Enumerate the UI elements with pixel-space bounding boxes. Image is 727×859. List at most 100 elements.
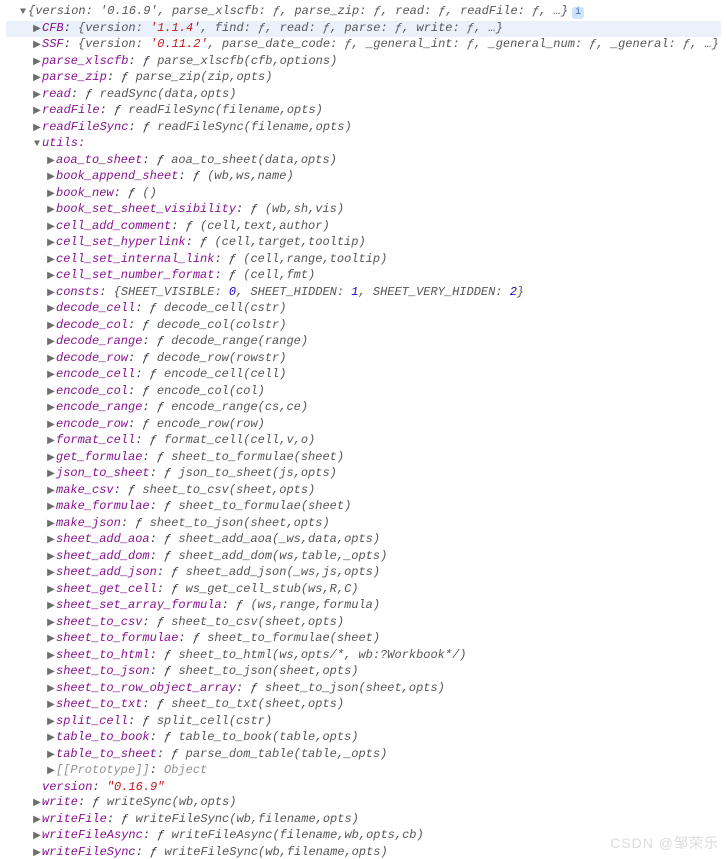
- tree-root-row[interactable]: {version: '0.16.9', parse_xlscfb: ƒ, par…: [6, 4, 721, 21]
- tree-row[interactable]: [[Prototype]]: Object: [6, 763, 721, 780]
- chevron-right-icon[interactable]: [46, 253, 56, 269]
- chevron-right-icon[interactable]: [46, 352, 56, 368]
- chevron-right-icon[interactable]: [32, 104, 42, 120]
- chevron-down-icon[interactable]: [32, 137, 42, 153]
- tree-row[interactable]: sheet_to_csv: ƒ sheet_to_csv(sheet,opts): [6, 615, 721, 632]
- chevron-right-icon[interactable]: [32, 813, 42, 829]
- chevron-right-icon[interactable]: [46, 220, 56, 236]
- tree-row[interactable]: parse_zip: ƒ parse_zip(zip,opts): [6, 70, 721, 87]
- chevron-right-icon[interactable]: [46, 550, 56, 566]
- chevron-right-icon[interactable]: [46, 566, 56, 582]
- tree-row[interactable]: version: "0.16.9": [6, 780, 721, 796]
- chevron-right-icon[interactable]: [46, 682, 56, 698]
- tree-row[interactable]: decode_row: ƒ decode_row(rowstr): [6, 351, 721, 368]
- chevron-right-icon[interactable]: [46, 731, 56, 747]
- tree-row[interactable]: cell_set_hyperlink: ƒ (cell,target,toolt…: [6, 235, 721, 252]
- tree-row[interactable]: readFile: ƒ readFileSync(filename,opts): [6, 103, 721, 120]
- chevron-right-icon[interactable]: [46, 401, 56, 417]
- chevron-right-icon[interactable]: [46, 500, 56, 516]
- tree-row[interactable]: writeFileAsync: ƒ writeFileAsync(filenam…: [6, 828, 721, 845]
- chevron-right-icon[interactable]: [32, 71, 42, 87]
- chevron-right-icon[interactable]: [32, 121, 42, 137]
- tree-row[interactable]: format_cell: ƒ format_cell(cell,v,o): [6, 433, 721, 450]
- tree-row[interactable]: SSF: {version: '0.11.2', parse_date_code…: [6, 37, 721, 54]
- chevron-right-icon[interactable]: [32, 22, 42, 38]
- tree-row[interactable]: make_csv: ƒ sheet_to_csv(sheet,opts): [6, 483, 721, 500]
- tree-row[interactable]: sheet_set_array_formula: ƒ (ws,range,for…: [6, 598, 721, 615]
- tree-row[interactable]: sheet_to_row_object_array: ƒ sheet_to_js…: [6, 681, 721, 698]
- tree-row[interactable]: decode_col: ƒ decode_col(colstr): [6, 318, 721, 335]
- chevron-right-icon[interactable]: [46, 533, 56, 549]
- tree-row[interactable]: sheet_add_aoa: ƒ sheet_add_aoa(_ws,data,…: [6, 532, 721, 549]
- chevron-right-icon[interactable]: [46, 269, 56, 285]
- tree-row[interactable]: encode_cell: ƒ encode_cell(cell): [6, 367, 721, 384]
- chevron-right-icon[interactable]: [46, 335, 56, 351]
- chevron-right-icon[interactable]: [46, 583, 56, 599]
- chevron-right-icon[interactable]: [46, 451, 56, 467]
- tree-row[interactable]: encode_row: ƒ encode_row(row): [6, 417, 721, 434]
- tree-row[interactable]: book_set_sheet_visibility: ƒ (wb,sh,vis): [6, 202, 721, 219]
- tree-row-utils[interactable]: utils:: [6, 136, 721, 153]
- tree-row[interactable]: read: ƒ readSync(data,opts): [6, 87, 721, 104]
- chevron-right-icon[interactable]: [46, 467, 56, 483]
- tree-row[interactable]: json_to_sheet: ƒ json_to_sheet(js,opts): [6, 466, 721, 483]
- tree-row[interactable]: sheet_to_txt: ƒ sheet_to_txt(sheet,opts): [6, 697, 721, 714]
- chevron-right-icon[interactable]: [46, 649, 56, 665]
- chevron-right-icon[interactable]: [46, 203, 56, 219]
- info-icon[interactable]: i: [572, 7, 584, 19]
- tree-row[interactable]: book_append_sheet: ƒ (wb,ws,name): [6, 169, 721, 186]
- chevron-right-icon[interactable]: [32, 38, 42, 54]
- chevron-right-icon[interactable]: [46, 748, 56, 764]
- tree-row[interactable]: decode_cell: ƒ decode_cell(cstr): [6, 301, 721, 318]
- tree-row[interactable]: consts: {SHEET_VISIBLE: 0, SHEET_HIDDEN:…: [6, 285, 721, 302]
- chevron-right-icon[interactable]: [46, 632, 56, 648]
- chevron-right-icon[interactable]: [46, 665, 56, 681]
- tree-row[interactable]: cell_set_number_format: ƒ (cell,fmt): [6, 268, 721, 285]
- chevron-right-icon[interactable]: [46, 302, 56, 318]
- tree-row[interactable]: encode_col: ƒ encode_col(col): [6, 384, 721, 401]
- chevron-right-icon[interactable]: [46, 236, 56, 252]
- chevron-right-icon[interactable]: [46, 698, 56, 714]
- tree-row[interactable]: sheet_add_json: ƒ sheet_add_json(_ws,js,…: [6, 565, 721, 582]
- tree-row[interactable]: aoa_to_sheet: ƒ aoa_to_sheet(data,opts): [6, 153, 721, 170]
- chevron-right-icon[interactable]: [32, 55, 42, 71]
- chevron-right-icon[interactable]: [46, 484, 56, 500]
- tree-row[interactable]: parse_xlscfb: ƒ parse_xlscfb(cfb,options…: [6, 54, 721, 71]
- tree-row[interactable]: split_cell: ƒ split_cell(cstr): [6, 714, 721, 731]
- tree-row[interactable]: writeFileSync: ƒ writeFileSync(wb,filena…: [6, 845, 721, 859]
- chevron-right-icon[interactable]: [32, 829, 42, 845]
- tree-row[interactable]: decode_range: ƒ decode_range(range): [6, 334, 721, 351]
- chevron-right-icon[interactable]: [32, 846, 42, 859]
- tree-row[interactable]: writeFile: ƒ writeFileSync(wb,filename,o…: [6, 812, 721, 829]
- tree-row[interactable]: sheet_to_json: ƒ sheet_to_json(sheet,opt…: [6, 664, 721, 681]
- chevron-right-icon[interactable]: [46, 368, 56, 384]
- chevron-right-icon[interactable]: [46, 616, 56, 632]
- tree-row[interactable]: CFB: {version: '1.1.4', find: ƒ, read: ƒ…: [6, 21, 721, 38]
- chevron-right-icon[interactable]: [46, 154, 56, 170]
- chevron-down-icon[interactable]: [18, 5, 28, 21]
- tree-row[interactable]: get_formulae: ƒ sheet_to_formulae(sheet): [6, 450, 721, 467]
- tree-row[interactable]: table_to_sheet: ƒ parse_dom_table(table,…: [6, 747, 721, 764]
- chevron-right-icon[interactable]: [32, 796, 42, 812]
- chevron-right-icon[interactable]: [32, 88, 42, 104]
- tree-row[interactable]: cell_set_internal_link: ƒ (cell,range,to…: [6, 252, 721, 269]
- tree-row[interactable]: sheet_get_cell: ƒ ws_get_cell_stub(ws,R,…: [6, 582, 721, 599]
- tree-row[interactable]: encode_range: ƒ encode_range(cs,ce): [6, 400, 721, 417]
- chevron-right-icon[interactable]: [46, 170, 56, 186]
- chevron-right-icon[interactable]: [46, 517, 56, 533]
- chevron-right-icon[interactable]: [46, 319, 56, 335]
- chevron-right-icon[interactable]: [46, 187, 56, 203]
- tree-row[interactable]: readFileSync: ƒ readFileSync(filename,op…: [6, 120, 721, 137]
- tree-row[interactable]: sheet_to_html: ƒ sheet_to_html(ws,opts/*…: [6, 648, 721, 665]
- chevron-right-icon[interactable]: [46, 434, 56, 450]
- tree-row[interactable]: table_to_book: ƒ table_to_book(table,opt…: [6, 730, 721, 747]
- tree-row[interactable]: make_json: ƒ sheet_to_json(sheet,opts): [6, 516, 721, 533]
- tree-row[interactable]: make_formulae: ƒ sheet_to_formulae(sheet…: [6, 499, 721, 516]
- tree-row[interactable]: cell_add_comment: ƒ (cell,text,author): [6, 219, 721, 236]
- tree-row[interactable]: write: ƒ writeSync(wb,opts): [6, 795, 721, 812]
- chevron-right-icon[interactable]: [46, 385, 56, 401]
- chevron-right-icon[interactable]: [46, 764, 56, 780]
- chevron-right-icon[interactable]: [46, 599, 56, 615]
- chevron-right-icon[interactable]: [46, 715, 56, 731]
- tree-row[interactable]: sheet_to_formulae: ƒ sheet_to_formulae(s…: [6, 631, 721, 648]
